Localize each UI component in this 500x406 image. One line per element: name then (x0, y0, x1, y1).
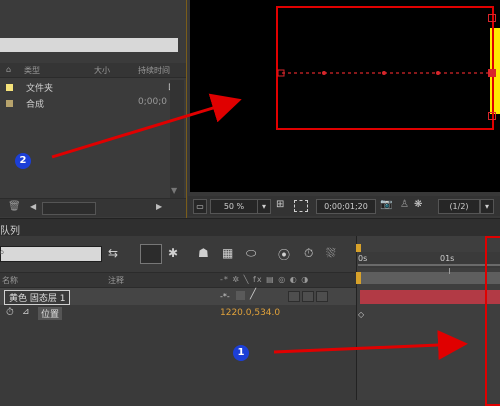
annotation-arrows (51, 93, 468, 361)
step-badge-1: 1 (233, 345, 249, 361)
step-badge-2: 2 (15, 153, 31, 169)
